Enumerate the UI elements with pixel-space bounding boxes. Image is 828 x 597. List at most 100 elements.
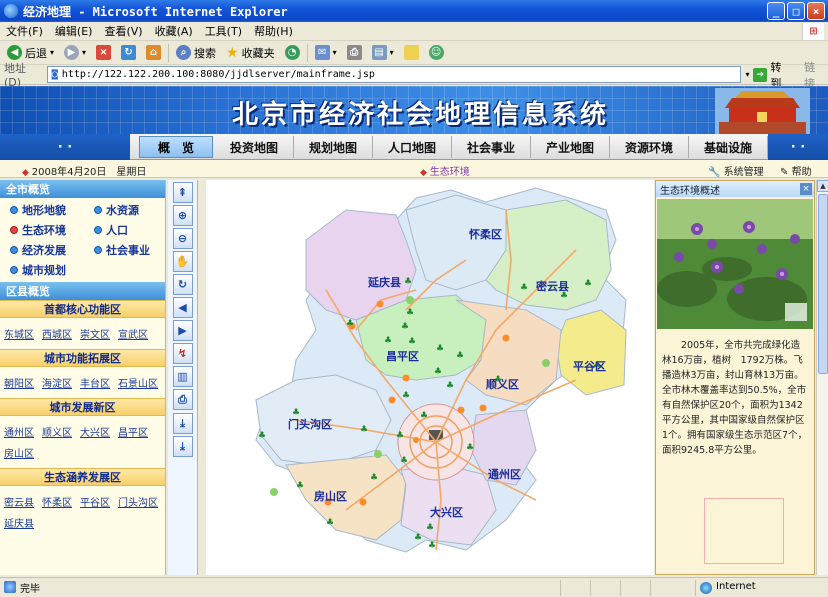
stop-button[interactable]: × (93, 45, 114, 60)
forward-button[interactable]: ▶ ▾ (61, 45, 89, 60)
minimize-button[interactable]: _ (767, 2, 785, 20)
district-label-tongzhou[interactable]: 通州区 (488, 468, 521, 481)
scroll-up-icon[interactable]: ▲ (817, 180, 828, 192)
bullet-icon (10, 206, 18, 214)
district-label-changping[interactable]: 昌平区 (386, 350, 419, 363)
address-dropdown-icon[interactable]: ▾ (745, 70, 749, 79)
pan-hand-icon[interactable]: ✋ (172, 251, 193, 272)
address-url: http://122.122.200.100:8080/jjdlserver/m… (61, 69, 375, 80)
district-link[interactable]: 朝阳区 (2, 375, 34, 390)
identify-icon[interactable]: ↯ (172, 343, 193, 364)
district-label-shunyi[interactable]: 顺义区 (486, 377, 519, 391)
district-label-miyun[interactable]: 密云县 (536, 279, 569, 293)
overview-item-social[interactable]: 社会事业 (94, 242, 166, 258)
map-view[interactable]: ♣ ♣ ♣ ♣ ♣ ♣ ♣ ♣ ♣ ♣ ♣ ♣ ♣ ♣ ♣ ♣ ♣ ♣ ♣ ♣ ♣ ♣ ♣ ♣ ♣ ♣ ♣ ♣ ♣ 怀… (206, 180, 654, 575)
tab-investment-map[interactable]: 投资地图 (215, 136, 294, 158)
download-icon[interactable]: ⤓ (172, 413, 193, 434)
tab-industry-map[interactable]: 产业地图 (531, 136, 610, 158)
district-link[interactable]: 丰台区 (78, 375, 110, 390)
print-map-icon[interactable]: ⎙ (172, 389, 193, 410)
mail-button[interactable]: ✉ ▾ (312, 45, 340, 60)
district-link[interactable]: 平谷区 (78, 494, 110, 509)
overview-item-ecology[interactable]: 生态环境 (10, 222, 94, 238)
district-link[interactable]: 崇文区 (78, 326, 110, 341)
system-manage-link[interactable]: 🔧 系统管理 (708, 163, 764, 178)
export-icon[interactable]: ⤓ (172, 436, 193, 457)
district-label-pinggu[interactable]: 平谷区 (573, 359, 606, 373)
overview-minimap[interactable] (704, 498, 784, 564)
svg-text:♣: ♣ (434, 367, 442, 377)
svg-text:♣: ♣ (406, 308, 414, 318)
district-label-yanqing[interactable]: 延庆县 (367, 275, 401, 289)
district-link[interactable]: 延庆县 (2, 515, 34, 530)
menu-file[interactable]: 文件(F) (0, 23, 49, 39)
district-link[interactable]: 房山区 (2, 445, 34, 460)
district-label-fangshan[interactable]: 房山区 (314, 489, 347, 503)
tab-overview[interactable]: 概 览 (139, 136, 213, 158)
tab-population-map[interactable]: 人口地图 (373, 136, 452, 158)
svg-text:♣: ♣ (414, 533, 422, 543)
help-link[interactable]: ✎ 帮助 (780, 163, 812, 178)
close-icon[interactable]: × (800, 183, 812, 195)
search-button[interactable]: ⌕ 搜索 (173, 45, 219, 61)
district-link[interactable]: 宣武区 (116, 326, 148, 341)
edit-button[interactable]: ▤ ▾ (369, 45, 397, 60)
discuss-button[interactable] (401, 45, 422, 60)
messenger-button[interactable]: ☺ (426, 45, 447, 60)
measure-icon[interactable]: ▥ (172, 366, 193, 387)
district-links: 东城区 西城区 崇文区 宣武区 (0, 318, 165, 349)
district-link[interactable]: 昌平区 (116, 424, 148, 439)
zoom-full-extent-icon[interactable]: ⇞ (172, 182, 193, 203)
svg-text:♣: ♣ (401, 322, 409, 332)
district-link[interactable]: 大兴区 (78, 424, 110, 439)
district-label-daxing[interactable]: 大兴区 (430, 505, 463, 519)
history-button[interactable]: ◔ (282, 45, 303, 60)
district-link[interactable]: 通州区 (2, 424, 34, 439)
district-link[interactable]: 西城区 (40, 326, 72, 341)
refresh-button[interactable]: ↻ (118, 45, 139, 60)
district-link[interactable]: 石景山区 (116, 375, 158, 390)
district-link[interactable]: 怀柔区 (40, 494, 72, 509)
district-link[interactable]: 海淀区 (40, 375, 72, 390)
district-link[interactable]: 密云县 (2, 494, 34, 509)
maximize-button[interactable]: □ (787, 2, 805, 20)
district-label-huairou[interactable]: 怀柔区 (469, 227, 502, 241)
group-header: 城市功能拓展区 (0, 349, 165, 367)
zoom-in-icon[interactable]: ⊕ (172, 205, 193, 226)
overview-item-water[interactable]: 水资源 (94, 202, 166, 218)
district-link[interactable]: 东城区 (2, 326, 34, 341)
menu-edit[interactable]: 编辑(E) (49, 23, 99, 39)
menu-help[interactable]: 帮助(H) (248, 23, 299, 39)
next-view-icon[interactable]: ▶ (172, 320, 193, 341)
district-label-mentougou[interactable]: 门头沟区 (288, 417, 332, 431)
address-input[interactable]: ◙ http://122.122.200.100:8080/jjdlserver… (46, 66, 742, 83)
menu-view[interactable]: 查看(V) (98, 23, 148, 39)
menu-tools[interactable]: 工具(T) (199, 23, 248, 39)
map-region-pinggu[interactable] (555, 309, 627, 396)
separator (306, 43, 308, 62)
tab-infrastructure[interactable]: 基础设施 (689, 136, 768, 158)
svg-text:♣: ♣ (296, 481, 304, 491)
overview-item-planning[interactable]: 城市规划 (10, 262, 94, 278)
district-link[interactable]: 顺义区 (40, 424, 72, 439)
scroll-thumb[interactable] (818, 194, 828, 374)
print-button[interactable]: ⎙ (344, 45, 365, 60)
close-button[interactable]: × (807, 2, 825, 20)
vertical-scrollbar[interactable]: ▲ (816, 180, 828, 575)
diamond-icon: ◆ (22, 168, 32, 178)
svg-text:♣: ♣ (520, 283, 528, 293)
overview-item-terrain[interactable]: 地形地貌 (10, 202, 94, 218)
overview-item-economy[interactable]: 经济发展 (10, 242, 94, 258)
favorites-button[interactable]: ★ 收藏夹 (223, 45, 278, 61)
zoom-out-icon[interactable]: ⊖ (172, 228, 193, 249)
menu-favorites[interactable]: 收藏(A) (149, 23, 199, 39)
tab-planning-map[interactable]: 规划地图 (294, 136, 373, 158)
back-button[interactable]: ◀ 后退 ▾ (4, 45, 57, 61)
district-link[interactable]: 门头沟区 (116, 494, 158, 509)
overview-item-population[interactable]: 人口 (94, 222, 166, 238)
previous-view-icon[interactable]: ◀ (172, 297, 193, 318)
tab-resources-environment[interactable]: 资源环境 (610, 136, 689, 158)
tab-social-affairs[interactable]: 社会事业 (452, 136, 531, 158)
refresh-map-icon[interactable]: ↻ (172, 274, 193, 295)
home-button[interactable]: ⌂ (143, 45, 164, 60)
